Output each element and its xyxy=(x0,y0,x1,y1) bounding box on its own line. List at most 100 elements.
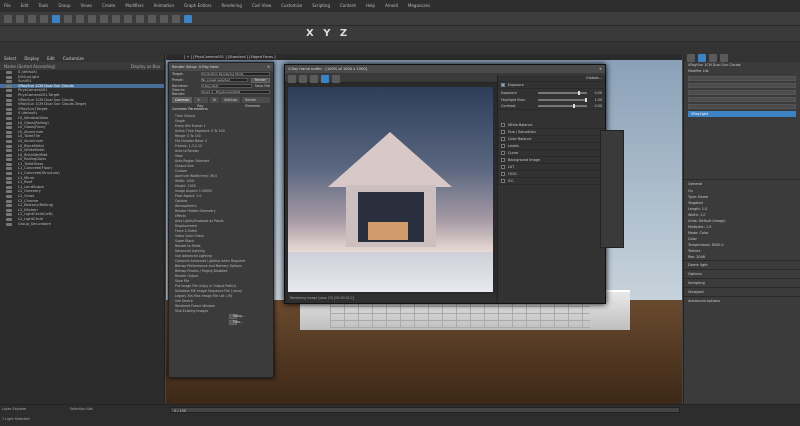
redo-icon[interactable] xyxy=(16,15,24,23)
visibility-eye-icon[interactable] xyxy=(6,153,12,157)
render-icon[interactable] xyxy=(172,15,180,23)
visibility-eye-icon[interactable] xyxy=(6,218,12,221)
modify-tab-icon[interactable] xyxy=(698,54,706,62)
create-tab-icon[interactable] xyxy=(687,54,695,62)
rollout-header[interactable]: Viewport xyxy=(684,287,800,296)
visibility-eye-icon[interactable] xyxy=(6,84,12,88)
vray-icon[interactable] xyxy=(184,15,192,23)
unlink-icon[interactable] xyxy=(40,15,48,23)
globals-button[interactable]: Globals... xyxy=(586,76,602,80)
modifier-button[interactable] xyxy=(688,83,796,88)
correction-checkbox[interactable] xyxy=(501,151,505,155)
render-setup-icon[interactable] xyxy=(160,15,168,23)
menu-item[interactable]: Create xyxy=(102,3,115,9)
menu-item[interactable]: Tools xyxy=(38,3,48,9)
correction-item[interactable]: Curve xyxy=(498,150,605,157)
visibility-eye-icon[interactable] xyxy=(6,195,12,199)
visibility-eye-icon[interactable] xyxy=(6,103,12,107)
modifier-stack-selected[interactable]: VRayLight xyxy=(688,111,796,117)
correction-item[interactable]: White Balance xyxy=(498,122,605,129)
rollout-header[interactable]: Dome light xyxy=(684,260,800,269)
contrast-slider[interactable] xyxy=(538,104,588,108)
visibility-eye-icon[interactable] xyxy=(6,181,12,185)
exposure-value[interactable]: 0.00 xyxy=(594,91,602,95)
menu-item[interactable]: Rendering xyxy=(222,3,242,9)
visibility-eye-icon[interactable] xyxy=(6,80,12,84)
menu-item[interactable]: Customize xyxy=(281,3,302,9)
visibility-eye-icon[interactable] xyxy=(6,208,12,212)
visibility-eye-icon[interactable] xyxy=(6,149,12,153)
link-icon[interactable] xyxy=(28,15,36,23)
visibility-eye-icon[interactable] xyxy=(6,112,12,116)
correction-item[interactable]: Background Image xyxy=(498,157,605,164)
correction-checkbox[interactable] xyxy=(501,158,505,162)
mirror-icon[interactable] xyxy=(124,15,132,23)
region-icon[interactable] xyxy=(310,75,318,83)
menu-item[interactable]: Edit xyxy=(21,3,29,9)
visibility-eye-icon[interactable] xyxy=(6,167,12,171)
rollout-header[interactable]: Options xyxy=(684,269,800,278)
correction-checkbox[interactable] xyxy=(501,144,505,148)
visibility-eye-icon[interactable] xyxy=(6,75,12,79)
start-render-icon[interactable] xyxy=(321,75,329,83)
render-setup-option[interactable]: Skip Existing Images xyxy=(169,308,273,313)
visibility-eye-icon[interactable] xyxy=(6,107,12,111)
correction-checkbox[interactable] xyxy=(501,137,505,141)
rotate-icon[interactable] xyxy=(76,15,84,23)
view-select[interactable]: Quad 4 - PhysCamera001 xyxy=(201,90,270,94)
visibility-eye-icon[interactable] xyxy=(6,71,12,74)
rollout-header[interactable]: Sampling xyxy=(684,278,800,287)
visibility-eye-icon[interactable] xyxy=(6,190,12,194)
motion-tab-icon[interactable] xyxy=(720,54,728,62)
setup-button[interactable]: Setup... xyxy=(229,314,245,319)
correction-item[interactable]: LUT xyxy=(498,164,605,171)
visibility-eye-icon[interactable] xyxy=(6,135,12,139)
target-select[interactable]: Production Rendering Mode xyxy=(201,72,270,76)
scene-row[interactable]: Group_Secundaire xyxy=(0,222,164,227)
render-setup-tab[interactable]: GI xyxy=(209,97,220,103)
correction-item[interactable]: OCIO xyxy=(498,171,605,178)
visibility-eye-icon[interactable] xyxy=(6,222,12,226)
rendered-image[interactable] xyxy=(288,87,493,292)
snap-icon[interactable] xyxy=(100,15,108,23)
menu-item[interactable]: Arnold xyxy=(385,3,398,9)
menu-item[interactable]: Group xyxy=(58,3,70,9)
select-icon[interactable] xyxy=(52,15,60,23)
close-icon[interactable]: ✕ xyxy=(267,65,270,69)
scale-icon[interactable] xyxy=(88,15,96,23)
visibility-eye-icon[interactable] xyxy=(6,98,12,102)
contrast-value[interactable]: 0.00 xyxy=(594,104,602,108)
modifier-list[interactable]: Modifier List xyxy=(684,68,800,74)
visibility-eye-icon[interactable] xyxy=(6,126,12,130)
align-icon[interactable] xyxy=(136,15,144,23)
scene-explorer-tab[interactable]: Select xyxy=(4,56,16,61)
correction-item[interactable]: Color Balance xyxy=(498,136,605,143)
visibility-eye-icon[interactable] xyxy=(6,158,12,162)
visibility-eye-icon[interactable] xyxy=(6,162,12,166)
visibility-eye-icon[interactable] xyxy=(6,204,12,208)
modifier-button[interactable] xyxy=(688,104,796,109)
visibility-eye-icon[interactable] xyxy=(6,130,12,134)
time-slider[interactable]: 0 / 100 xyxy=(170,407,680,413)
menu-item[interactable]: Megascans xyxy=(408,3,430,9)
rollout-general[interactable]: General xyxy=(684,179,800,188)
scene-explorer-tab[interactable]: Customize xyxy=(63,56,84,61)
visibility-eye-icon[interactable] xyxy=(6,139,12,143)
render-setup-tab[interactable]: Render Elements xyxy=(242,97,270,108)
save-image-icon[interactable] xyxy=(288,75,296,83)
correction-checkbox[interactable] xyxy=(501,179,505,183)
layer-explorer-label[interactable]: Layer Explorer xyxy=(2,407,27,411)
correction-checkbox[interactable] xyxy=(501,123,505,127)
menu-item[interactable]: Civil View xyxy=(252,3,271,9)
vfb-titlebar[interactable]: V-Ray frame buffer - [100% of 1000 x 100… xyxy=(285,65,605,73)
menu-item[interactable]: Content xyxy=(340,3,356,9)
visibility-eye-icon[interactable] xyxy=(6,89,12,93)
rollout-header[interactable]: Advanced options xyxy=(684,296,800,305)
render-setup-titlebar[interactable]: Render Setup: V-Ray Next ✕ xyxy=(169,63,273,71)
material-editor-icon[interactable] xyxy=(148,15,156,23)
visibility-eye-icon[interactable] xyxy=(6,185,12,189)
visibility-eye-icon[interactable] xyxy=(6,172,12,176)
selection-set-label[interactable]: Selection Set: xyxy=(70,407,93,411)
menu-item[interactable]: Graph Editors xyxy=(184,3,211,9)
save-file-check[interactable]: Save File xyxy=(255,84,270,88)
